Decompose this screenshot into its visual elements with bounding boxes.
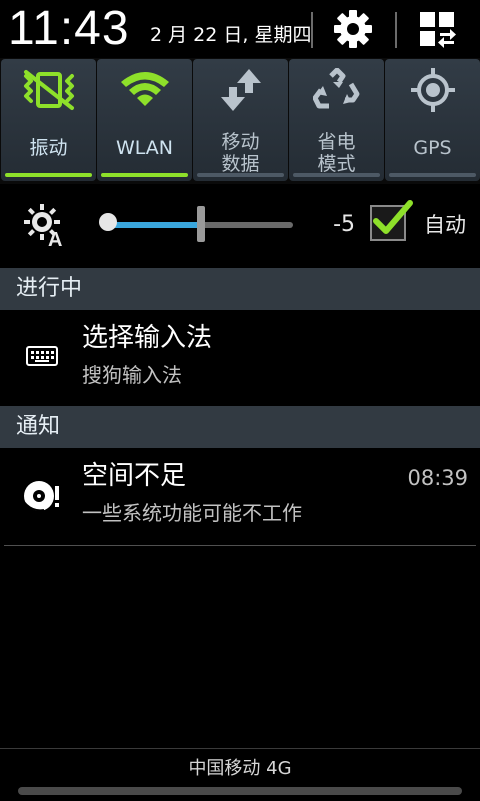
toggle-mobile-data[interactable]: 移动 数据: [193, 59, 288, 181]
checkmark-icon: [373, 200, 413, 234]
auto-brightness-label: 自动: [424, 213, 466, 237]
date-label: 2 月 22 日, 星期四: [150, 24, 312, 46]
ongoing-item-input-method[interactable]: 选择输入法 搜狗输入法: [0, 310, 480, 406]
auto-brightness-icon: A: [24, 204, 68, 252]
grid-toggle-icon: [420, 12, 456, 48]
brightness-value: -5: [333, 212, 355, 237]
toggle-vibrate[interactable]: 振动: [1, 59, 96, 181]
toggle-wlan[interactable]: WLAN: [97, 59, 192, 181]
toggle-state-bar: [5, 173, 92, 177]
notification-text: 搜狗输入法: [82, 363, 182, 387]
notification-title: 选择输入法: [82, 323, 213, 353]
vibrate-icon: [1, 67, 96, 113]
auto-brightness-checkbox[interactable]: [370, 200, 413, 241]
header-divider: [395, 12, 397, 48]
gear-icon: [334, 10, 372, 48]
clock: 11:43: [8, 2, 130, 55]
carrier-footer: 中国移动 4G: [0, 748, 480, 801]
svg-text:A: A: [48, 229, 62, 248]
notification-item-low-storage[interactable]: 空间不足 08:39 一些系统功能可能不工作: [0, 448, 480, 546]
toggle-label: 省电 模式: [317, 131, 356, 175]
mobile-data-icon: [193, 67, 288, 113]
status-header: 11:43 2 月 22 日, 星期四: [0, 0, 480, 58]
brightness-default-marker: [197, 206, 205, 242]
notification-time: 08:39: [407, 466, 468, 490]
toggle-state-bar: [197, 173, 284, 177]
toggle-state-bar: [389, 173, 476, 177]
storage-warning-icon: [20, 474, 64, 518]
wifi-icon: [97, 67, 192, 113]
carrier-label: 中国移动 4G: [188, 758, 292, 779]
section-header-notifications: 通知: [0, 406, 480, 448]
quick-settings-panel: 振动 WLAN 移动 数据 省电 模式 GPS: [0, 58, 480, 184]
gps-icon: [385, 67, 480, 113]
notification-text: 一些系统功能可能不工作: [82, 501, 302, 525]
toggle-label: 振动: [29, 137, 68, 159]
toggle-state-bar: [101, 173, 188, 177]
power-saving-icon: [289, 67, 384, 113]
toggle-panel-button[interactable]: [414, 6, 460, 52]
toggle-gps[interactable]: GPS: [385, 59, 480, 181]
brightness-row: A -5 自动: [0, 184, 480, 268]
section-header-ongoing: 进行中: [0, 268, 480, 310]
drag-handle[interactable]: [18, 787, 462, 795]
toggle-label: 移动 数据: [221, 131, 260, 175]
toggle-label: GPS: [413, 137, 452, 159]
brightness-slider-knob[interactable]: [99, 213, 117, 231]
settings-button[interactable]: [330, 6, 376, 52]
brightness-slider-fill: [108, 222, 201, 228]
section-title: 进行中: [16, 276, 83, 301]
section-title: 通知: [16, 414, 61, 439]
notification-divider: [4, 545, 476, 546]
notification-title: 空间不足: [82, 461, 187, 491]
toggle-state-bar: [293, 173, 380, 177]
toggle-power-saving[interactable]: 省电 模式: [289, 59, 384, 181]
toggle-label: WLAN: [115, 137, 174, 159]
header-divider: [311, 12, 313, 48]
keyboard-icon: [20, 334, 64, 378]
